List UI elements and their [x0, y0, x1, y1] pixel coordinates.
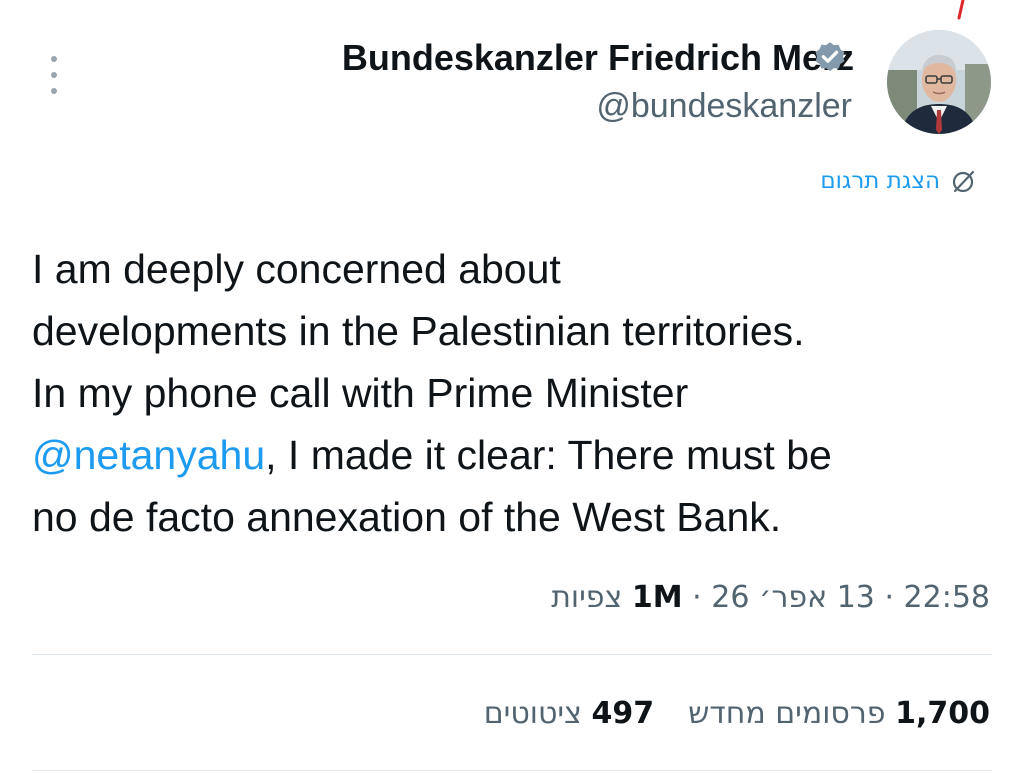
- red-annotation-mark: [957, 0, 965, 20]
- reposts-label: פרסומים מחדש: [688, 696, 886, 731]
- more-dot: [51, 88, 57, 94]
- views-label: צפיות: [551, 580, 623, 615]
- tweet-text-line: developments in the Palestinian territor…: [32, 308, 805, 354]
- avatar-photo: [887, 30, 991, 134]
- meta-separator: ·: [884, 580, 894, 615]
- tweet-text-fragment: , I made it clear: There must be: [265, 432, 832, 478]
- verified-badge-icon[interactable]: [812, 40, 848, 76]
- author-avatar[interactable]: [887, 30, 991, 134]
- mention-link[interactable]: @netanyahu: [32, 432, 265, 478]
- more-dot: [51, 72, 57, 78]
- translate-label: הצגת תרגום: [820, 168, 940, 194]
- tweet-detail-view: Bundeskanzler Friedrich Merz @bundeskanz…: [0, 0, 1024, 773]
- post-date[interactable]: 13 אפר׳ 26: [711, 580, 875, 615]
- globe-icon: [952, 170, 975, 193]
- author-handle[interactable]: @bundeskanzler: [596, 84, 852, 128]
- author-display-name[interactable]: Bundeskanzler Friedrich Merz: [342, 36, 854, 80]
- tweet-text-line: @netanyahu, I made it clear: There must …: [32, 424, 1002, 486]
- quotes-label: ציטוטים: [483, 696, 582, 731]
- post-time[interactable]: 22:58: [904, 580, 990, 615]
- tweet-text-line: I am deeply concerned about: [32, 246, 561, 292]
- quotes-stat-link[interactable]: 497 ציטוטים: [484, 690, 654, 738]
- divider: [32, 770, 992, 771]
- more-dot: [51, 56, 57, 62]
- translate-post-link[interactable]: הצגת תרגום: [820, 163, 978, 199]
- tweet-metadata: 22:58 · 13 אפר׳ 26 · 1M צפיות: [551, 574, 990, 622]
- tweet-text-line: no de facto annexation of the West Bank.: [32, 494, 782, 540]
- tweet-text: I am deeply concerned about developments…: [32, 238, 1002, 548]
- more-options-button[interactable]: [44, 56, 64, 94]
- quotes-count: 497: [591, 696, 655, 731]
- tweet-text-line: In my phone call with Prime Minister: [32, 370, 689, 416]
- views-count: 1M: [631, 580, 683, 615]
- meta-separator: ·: [692, 580, 702, 615]
- divider: [32, 654, 992, 655]
- reposts-stat-link[interactable]: 1,700 פרסומים מחדש: [688, 690, 990, 738]
- engagement-stats: 1,700 פרסומים מחדש 497 ציטוטים: [484, 690, 990, 738]
- reposts-count: 1,700: [895, 696, 990, 731]
